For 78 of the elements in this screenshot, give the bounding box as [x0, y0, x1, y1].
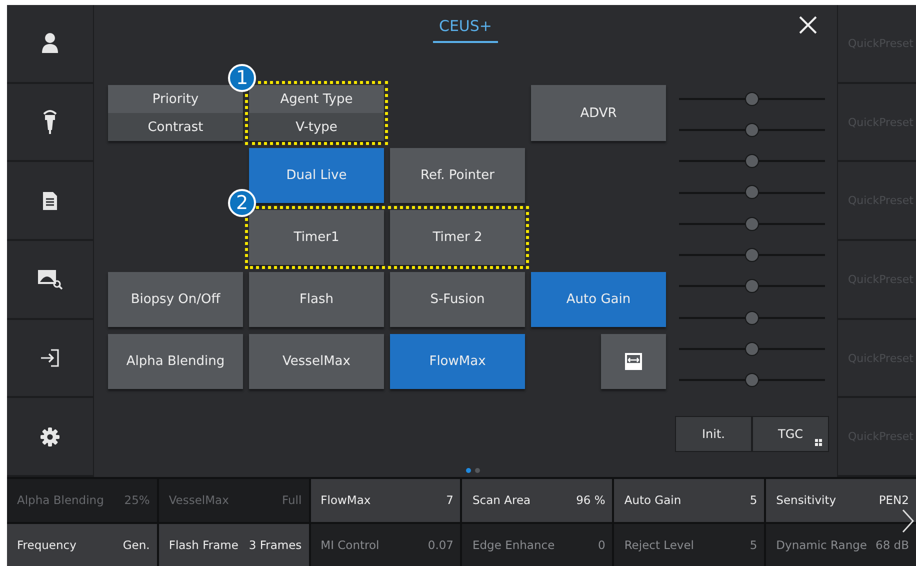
mode-button[interactable]: Timer1 [249, 210, 384, 265]
callout-number: 1 [228, 64, 256, 92]
slider-thumb[interactable] [745, 216, 759, 231]
probe-icon [43, 109, 57, 135]
mode-button[interactable]: VesselMax [249, 334, 384, 389]
button-label: Agent Type [249, 85, 384, 113]
setting-button[interactable]: Priority Contrast [108, 85, 243, 141]
image-search-icon [37, 268, 63, 290]
parameter-control[interactable]: Frequency Gen. [7, 524, 157, 566]
parameter-name: FlowMax [320, 493, 371, 508]
parameter-control[interactable]: Scan Area 96 % [462, 479, 612, 522]
button-value: Contrast [108, 113, 243, 141]
slider-thumb[interactable] [745, 248, 759, 262]
parameter-name: Dynamic Range [776, 538, 867, 552]
mode-button[interactable]: FlowMax [390, 334, 525, 389]
button-value: V-type [249, 113, 384, 141]
parameter-name: Auto Gain [624, 493, 682, 508]
slider-thumb[interactable] [745, 373, 759, 388]
mode-button[interactable]: S-Fusion [390, 272, 525, 327]
parameter-value: 5 [750, 493, 758, 508]
parameter-control[interactable]: Auto Gain 5 [614, 479, 764, 522]
mode-button[interactable]: Dual Live [249, 148, 384, 203]
ceus-tab[interactable]: CEUS+ [432, 13, 498, 43]
mode-button[interactable]: ADVR [531, 85, 666, 141]
mode-button[interactable]: Ref. Pointer [390, 148, 525, 203]
parameter-value: 0 [598, 538, 606, 552]
parameter-control[interactable]: Sensitivity PEN2 [766, 479, 916, 522]
button-label: Priority [108, 85, 243, 113]
parameter-value: 96 % [576, 493, 606, 508]
slider-thumb[interactable] [745, 92, 759, 106]
parameter-name: MI Control [320, 538, 380, 552]
settings-icon [40, 426, 60, 447]
document-icon [42, 190, 58, 211]
parameter-value: 25% [124, 493, 150, 508]
mode-button[interactable]: Timer 2 [390, 210, 525, 265]
parameter-name: Frequency [17, 538, 76, 552]
slider-thumb[interactable] [745, 185, 759, 200]
parameter-control[interactable]: Flash Frame 3 Frames [158, 524, 309, 566]
parameter-value: 0.07 [428, 538, 454, 552]
parameter-name: VesselMax [168, 493, 229, 508]
callout-number: 2 [228, 189, 256, 217]
mode-button[interactable]: Flash [249, 272, 384, 327]
close-icon[interactable] [798, 15, 818, 35]
parameter-control[interactable]: FlowMax 7 [310, 479, 460, 522]
page-dot[interactable] [466, 468, 470, 473]
width-icon [625, 353, 642, 370]
tgc-button[interactable]: Init. [675, 416, 752, 452]
slider-thumb[interactable] [745, 342, 759, 356]
parameter-name: Reject Level [624, 538, 694, 552]
slider-thumb[interactable] [745, 310, 759, 325]
tgc-button[interactable]: TGC [752, 416, 829, 452]
parameter-name: Sensitivity [776, 493, 836, 508]
parameter-value: Full [282, 493, 302, 508]
slider-thumb[interactable] [745, 279, 759, 294]
parameter-name: Alpha Blending [17, 493, 104, 508]
page-dot[interactable] [474, 468, 480, 473]
mode-button[interactable]: Auto Gain [531, 272, 666, 327]
parameter-value: 68 dB [876, 538, 909, 552]
mode-button[interactable]: Biopsy On/Off [108, 272, 243, 327]
parameter-value: 5 [750, 538, 758, 552]
parameter-control[interactable]: Reject Level 5 [614, 524, 764, 566]
parameter-value: Gen. [122, 538, 150, 552]
parameter-control[interactable]: MI Control 0.07 [310, 524, 460, 566]
parameter-name: Scan Area [472, 493, 531, 508]
parameter-name: Edge Enhance [472, 538, 555, 552]
mode-button[interactable]: Alpha Blending [108, 334, 243, 389]
parameter-value: PEN2 [878, 493, 909, 508]
parameter-value: 7 [446, 493, 454, 508]
parameter-control[interactable]: Edge Enhance 0 [462, 524, 612, 566]
setting-button[interactable]: Agent Type V-type [249, 85, 384, 141]
slider-thumb[interactable] [745, 154, 759, 168]
parameter-value: 3 Frames [248, 538, 302, 552]
person-icon [41, 32, 59, 54]
slider-thumb[interactable] [745, 122, 759, 137]
login-icon [40, 348, 60, 368]
parameter-control[interactable]: Dynamic Range 68 dB [766, 524, 916, 566]
parameter-name: Flash Frame [168, 538, 238, 552]
width-button[interactable] [601, 334, 666, 389]
